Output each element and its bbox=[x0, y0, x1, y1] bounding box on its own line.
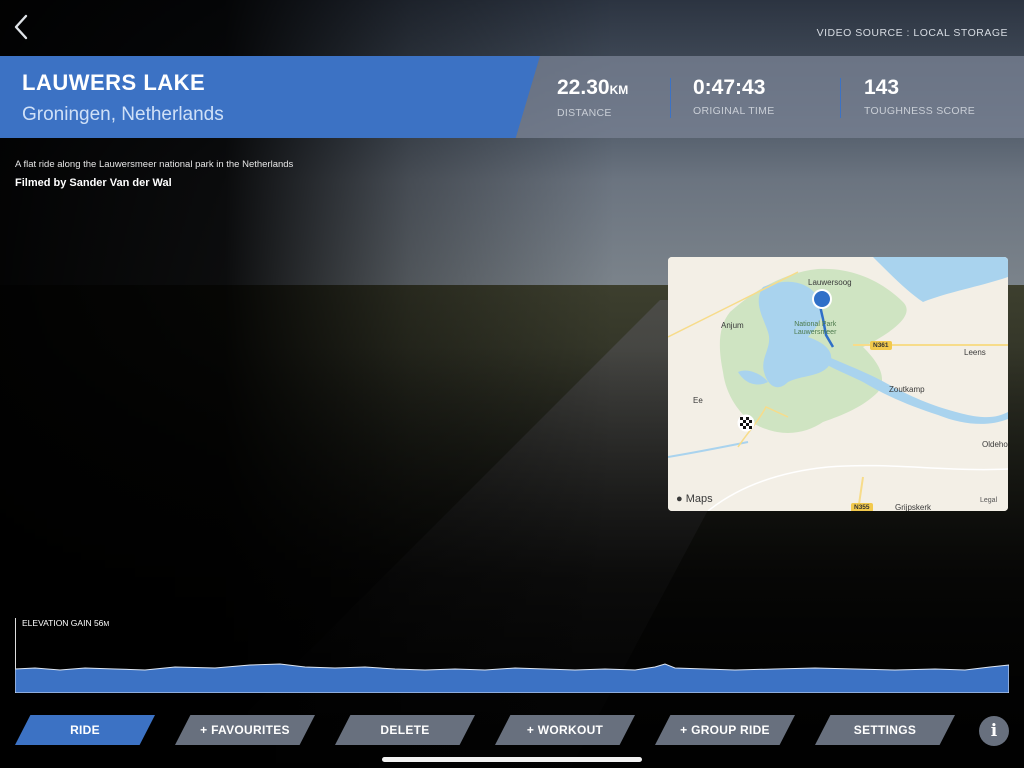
stat-toughness: 143 TOUGHNESS SCORE bbox=[864, 76, 975, 117]
original-time-value: 0:47:43 bbox=[693, 76, 766, 99]
original-time-label: ORIGINAL TIME bbox=[693, 105, 775, 117]
route-title: LAUWERS LAKE bbox=[22, 70, 206, 95]
elevation-profile bbox=[15, 663, 1009, 693]
add-workout-button[interactable]: + WORKOUT bbox=[495, 715, 635, 745]
chevron-left-icon bbox=[14, 14, 28, 40]
map-place-label: Leens bbox=[964, 348, 986, 357]
maps-legal-link[interactable]: Legal bbox=[980, 497, 997, 504]
filmed-by: Filmed by Sander Van der Wal bbox=[15, 177, 172, 189]
distance-unit: KM bbox=[609, 83, 629, 97]
route-description: A flat ride along the Lauwersmeer nation… bbox=[15, 159, 294, 170]
stat-divider bbox=[840, 78, 841, 118]
road-badge: N355 bbox=[851, 503, 873, 511]
map-place-label: Lauwersoog bbox=[808, 278, 852, 287]
stat-distance: 22.30KM DISTANCE bbox=[557, 76, 628, 119]
delete-button[interactable]: DELETE bbox=[335, 715, 475, 745]
stat-divider bbox=[670, 78, 671, 118]
settings-button[interactable]: SETTINGS bbox=[815, 715, 955, 745]
map-canvas bbox=[668, 257, 1008, 511]
map-place-label: Zoutkamp bbox=[889, 385, 925, 394]
map-place-label: Anjum bbox=[721, 321, 744, 330]
apple-logo-icon: ● bbox=[676, 493, 683, 505]
ride-button[interactable]: RIDE bbox=[15, 715, 155, 745]
route-location: Groningen, Netherlands bbox=[22, 104, 224, 125]
maps-brand: ● Maps bbox=[676, 493, 713, 505]
map-place-label: Oldeho bbox=[982, 440, 1008, 449]
info-button[interactable]: i bbox=[979, 716, 1009, 746]
back-button[interactable] bbox=[8, 10, 34, 44]
add-favourites-button[interactable]: + FAVOURITES bbox=[175, 715, 315, 745]
location-dot-icon bbox=[812, 289, 832, 309]
route-map[interactable]: Lauwersoog Anjum National Park Lauwersme… bbox=[668, 257, 1008, 511]
map-place-label: Ee bbox=[693, 396, 703, 405]
elevation-gain-label: ELEVATION GAIN 56M bbox=[22, 618, 110, 628]
toughness-label: TOUGHNESS SCORE bbox=[864, 105, 976, 117]
checkered-flag-icon bbox=[737, 414, 755, 432]
map-place-label: National Park Lauwersmeer bbox=[794, 321, 837, 336]
distance-label: DISTANCE bbox=[557, 107, 612, 119]
map-place-label: Grijpskerk bbox=[895, 503, 932, 511]
add-group-ride-button[interactable]: + GROUP RIDE bbox=[655, 715, 795, 745]
home-indicator bbox=[382, 757, 642, 762]
toughness-value: 143 bbox=[864, 76, 900, 99]
distance-value: 22.30 bbox=[557, 76, 610, 99]
road-badge: N361 bbox=[870, 341, 892, 350]
stat-original-time: 0:47:43 ORIGINAL TIME bbox=[693, 76, 775, 117]
video-source-label: VIDEO SOURCE : LOCAL STORAGE bbox=[816, 27, 1008, 39]
info-icon: i bbox=[990, 721, 998, 741]
